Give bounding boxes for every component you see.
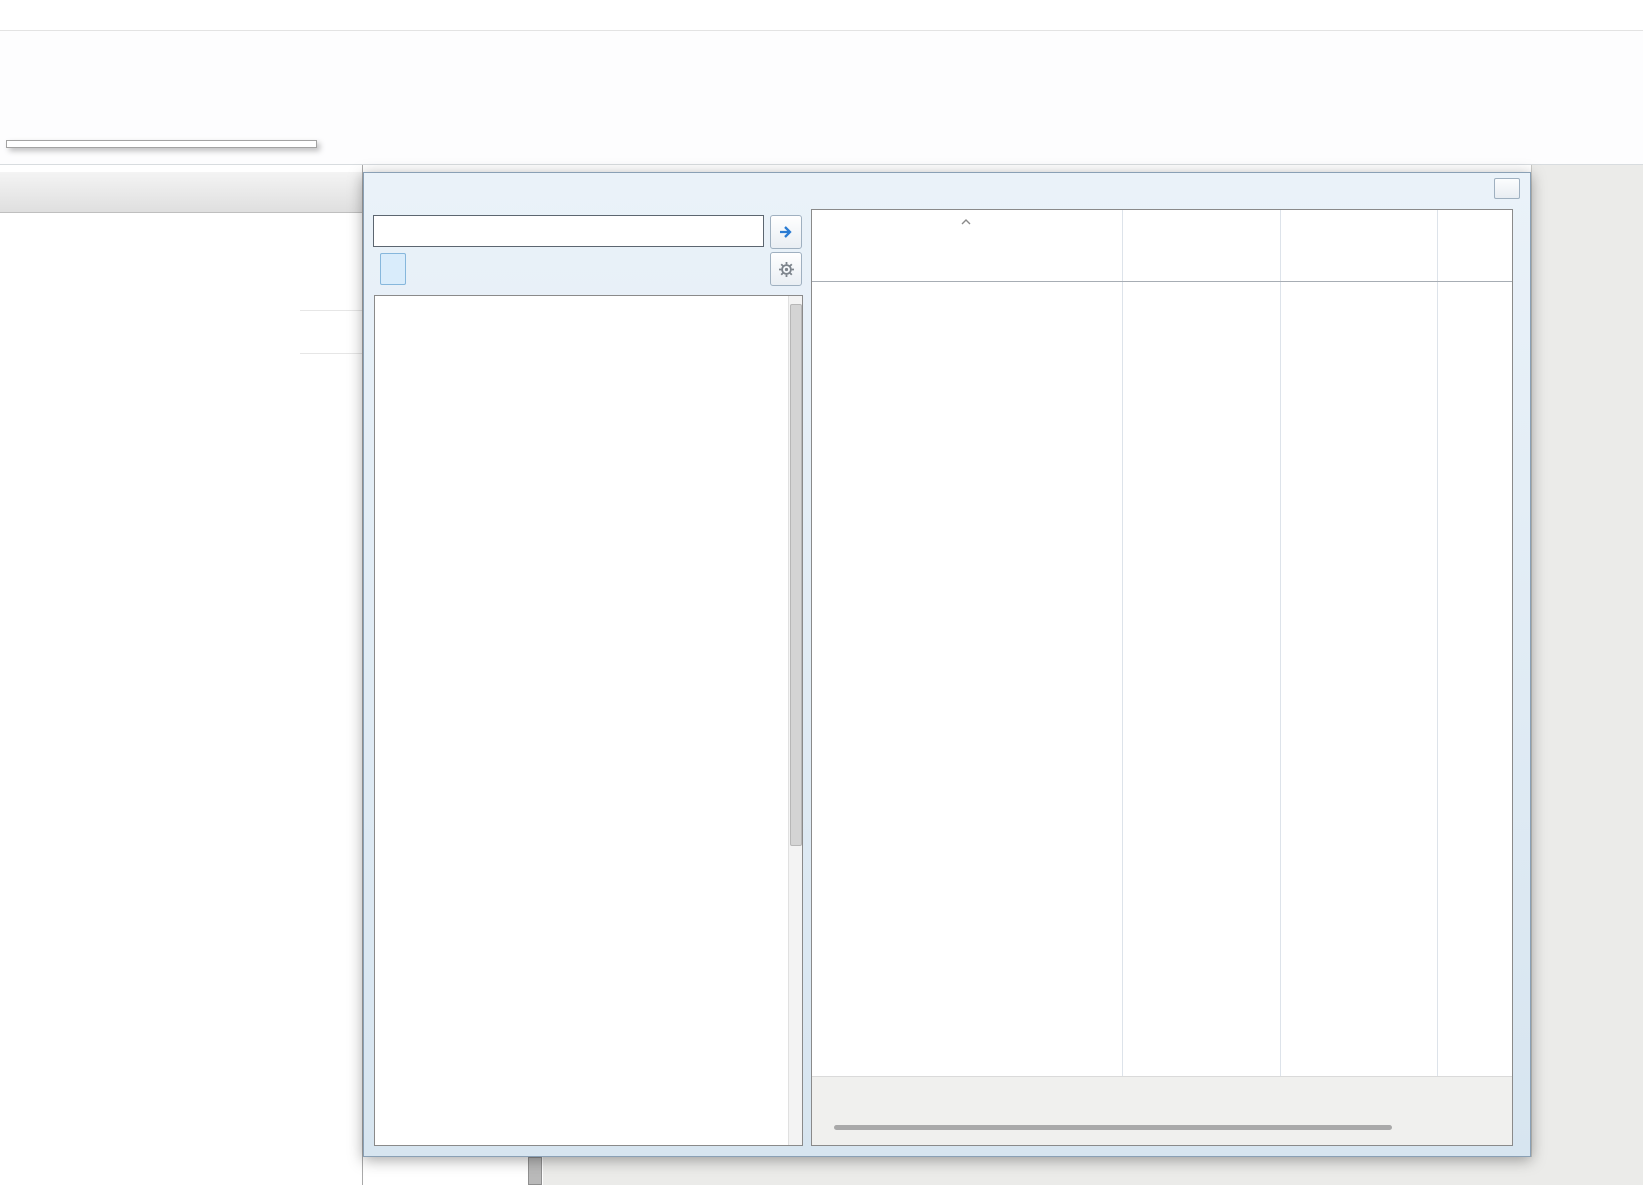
tree-scrollbar[interactable] [788, 296, 802, 1145]
column-header-description[interactable] [1122, 210, 1280, 252]
sort-ascending-icon [960, 213, 972, 231]
libraries-dropdown-menu [6, 140, 317, 148]
column-divider [1437, 210, 1438, 1077]
table-header [812, 210, 1512, 252]
tab-search-items[interactable] [516, 253, 540, 285]
search-go-button[interactable] [770, 215, 802, 249]
3d-viewport-right[interactable] [1531, 164, 1643, 1185]
column-header-note[interactable] [1437, 210, 1512, 252]
divider [300, 310, 362, 311]
filter-row [812, 252, 1512, 282]
search-input[interactable] [373, 215, 764, 247]
column-divider [1122, 210, 1123, 1077]
divider [300, 353, 362, 354]
column-header-active[interactable] [1280, 210, 1437, 252]
arrow-right-icon [777, 223, 795, 241]
column-divider [1280, 210, 1281, 1077]
sidebar-header [0, 172, 362, 213]
settings-gear-button[interactable] [770, 252, 802, 286]
menu-bar [0, 0, 1643, 31]
vertex-bd-pro-dialog [363, 172, 1531, 1157]
tab-search-libraries[interactable] [380, 253, 406, 285]
gear-icon [778, 261, 795, 278]
window-edge [528, 1157, 542, 1185]
horizontal-scrollbar[interactable] [812, 1076, 1512, 1145]
scrollbar-thumb[interactable] [790, 304, 802, 846]
library-items-table [811, 209, 1513, 1146]
project-sidebar [0, 164, 363, 1185]
library-tree-panel [374, 295, 803, 1146]
close-icon[interactable] [1494, 178, 1520, 199]
scrollbar-thumb[interactable] [834, 1125, 1392, 1130]
3d-viewport-bottom[interactable] [543, 1157, 1643, 1185]
app-window [0, 0, 1643, 1185]
